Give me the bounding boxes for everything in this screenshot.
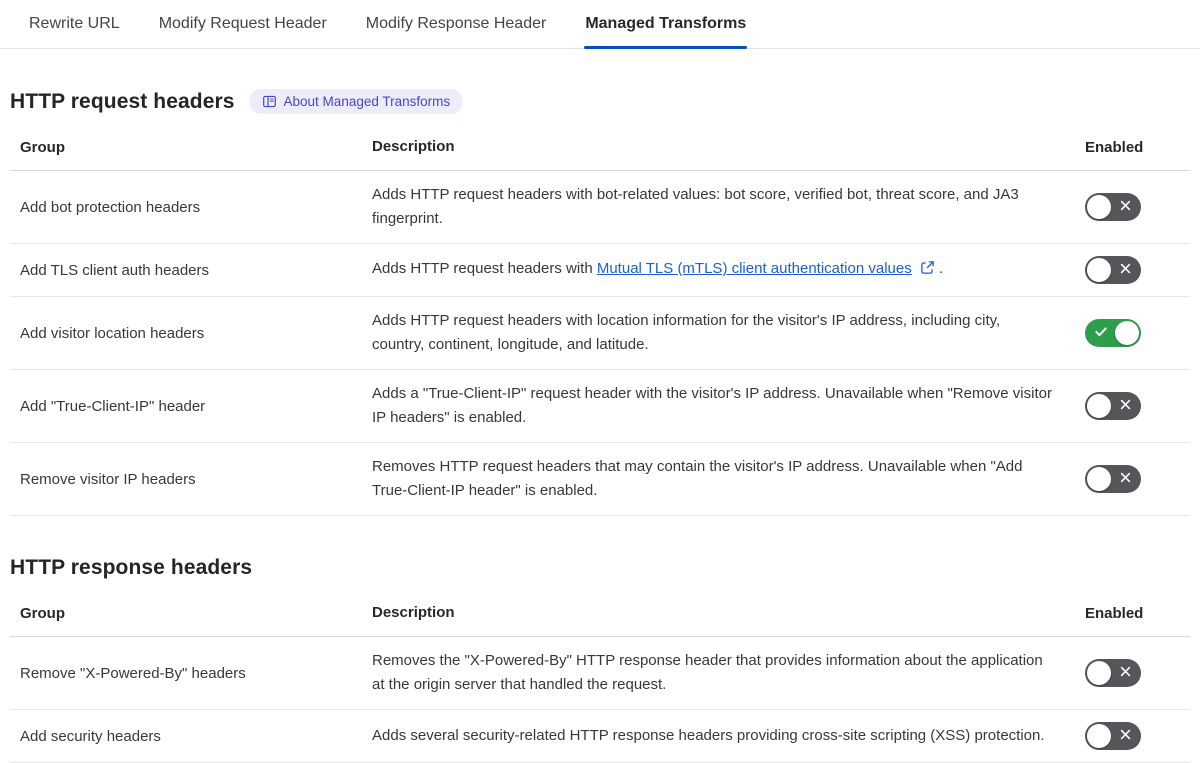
description-text: Removes the "X-Powered-By" HTTP response… (372, 652, 1043, 693)
enabled-toggle[interactable] (1085, 256, 1141, 284)
table-row: Add TLS client auth headers Adds HTTP re… (10, 244, 1190, 297)
table-row: Remove visitor IP headers Removes HTTP r… (10, 443, 1190, 516)
about-managed-transforms-link[interactable]: About Managed Transforms (248, 89, 464, 114)
toggle-knob (1087, 258, 1111, 282)
tab-modify-response-header[interactable]: Modify Response Header (365, 0, 548, 48)
description-link[interactable]: Mutual TLS (mTLS) client authentication … (597, 260, 912, 277)
description-text: Removes HTTP request headers that may co… (372, 458, 1023, 499)
table-header-row: Group Description Enabled (10, 128, 1190, 171)
x-icon (1119, 262, 1132, 278)
request-headers-section-head: HTTP request headers About Managed Trans… (10, 89, 1190, 114)
x-icon (1119, 665, 1132, 681)
column-header-description: Description (372, 138, 455, 155)
badge-label: About Managed Transforms (283, 94, 451, 109)
group-label: Add TLS client auth headers (20, 261, 210, 279)
description-text: Adds HTTP request headers with bot-relat… (372, 186, 1019, 227)
group-label: Remove visitor IP headers (20, 470, 196, 488)
toggle-knob (1087, 195, 1111, 219)
tab-rewrite-url[interactable]: Rewrite URL (28, 0, 121, 48)
enabled-toggle[interactable] (1085, 659, 1141, 687)
group-label: Add bot protection headers (20, 198, 201, 216)
description-text: Adds several security-related HTTP respo… (372, 727, 1045, 744)
response-headers-table: Group Description Enabled Remove "X-Powe… (10, 594, 1190, 763)
column-header-group: Group (20, 138, 65, 156)
table-row: Add bot protection headers Adds HTTP req… (10, 171, 1190, 244)
toggle-knob (1087, 467, 1111, 491)
section-title-request: HTTP request headers (10, 89, 235, 113)
book-icon (262, 94, 277, 109)
column-header-group: Group (20, 604, 65, 622)
table-row: Add visitor location headers Adds HTTP r… (10, 297, 1190, 370)
tab-modify-request-header[interactable]: Modify Request Header (158, 0, 328, 48)
column-header-enabled: Enabled (1085, 138, 1144, 156)
group-label: Remove "X-Powered-By" headers (20, 664, 246, 682)
description-text: Adds a "True-Client-IP" request header w… (372, 385, 1052, 426)
group-label: Add visitor location headers (20, 324, 205, 342)
toggle-knob (1115, 321, 1139, 345)
description-text: Adds HTTP request headers with location … (372, 312, 1001, 353)
enabled-toggle[interactable] (1085, 193, 1141, 221)
tab-managed-transforms[interactable]: Managed Transforms (584, 0, 748, 49)
response-headers-section-head: HTTP response headers (10, 556, 1190, 580)
enabled-toggle[interactable] (1085, 319, 1141, 347)
table-row: Add "True-Client-IP" header Adds a "True… (10, 370, 1190, 443)
table-header-row: Group Description Enabled (10, 594, 1190, 637)
toggle-knob (1087, 661, 1111, 685)
x-icon (1119, 471, 1132, 487)
x-icon (1119, 199, 1132, 215)
column-header-enabled: Enabled (1085, 604, 1144, 622)
enabled-toggle[interactable] (1085, 465, 1141, 493)
tab-bar: Rewrite URL Modify Request Header Modify… (0, 0, 1200, 49)
table-row: Remove "X-Powered-By" headers Removes th… (10, 637, 1190, 710)
section-title-response: HTTP response headers (10, 556, 253, 579)
check-icon (1094, 325, 1108, 342)
column-header-description: Description (372, 604, 455, 621)
request-headers-table: Group Description Enabled Add bot protec… (10, 128, 1190, 516)
description-text: Adds HTTP request headers with Mutual TL… (372, 260, 944, 279)
x-icon (1119, 398, 1132, 414)
managed-transforms-panel: HTTP request headers About Managed Trans… (0, 89, 1200, 763)
toggle-knob (1087, 394, 1111, 418)
enabled-toggle[interactable] (1085, 722, 1141, 750)
external-link-icon (920, 261, 939, 279)
table-row: Add security headers Adds several securi… (10, 710, 1190, 763)
toggle-knob (1087, 724, 1111, 748)
group-label: Add "True-Client-IP" header (20, 397, 206, 415)
group-label: Add security headers (20, 727, 161, 745)
enabled-toggle[interactable] (1085, 392, 1141, 420)
